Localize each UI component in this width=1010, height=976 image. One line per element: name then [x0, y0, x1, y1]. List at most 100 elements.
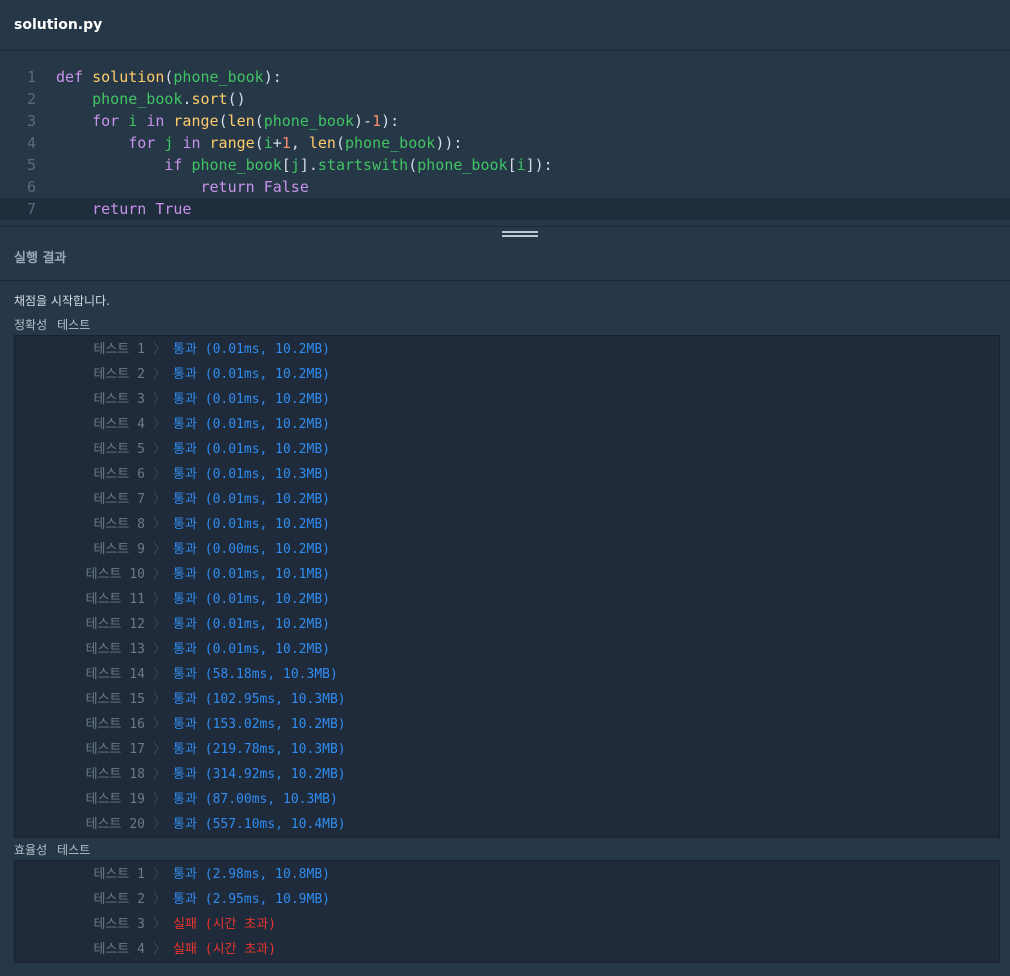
- test-name: 테스트 4: [93, 417, 145, 432]
- chevron-right-icon: 〉: [153, 517, 167, 532]
- chevron-right-icon: 〉: [153, 792, 167, 807]
- test-result-row: 테스트 10 〉 통과 (0.01ms, 10.1MB): [15, 562, 999, 587]
- test-name: 테스트 2: [93, 892, 145, 907]
- test-pass-result: 통과 (314.92ms, 10.2MB): [173, 767, 346, 782]
- code-line[interactable]: 1 def solution(phone_book):: [0, 66, 1010, 88]
- chevron-right-icon: 〉: [153, 392, 167, 407]
- code-line[interactable]: 3 for i in range(len(phone_book)-1):: [0, 110, 1010, 132]
- code-token: sort: [191, 90, 228, 108]
- test-result-row: 테스트 2 〉 통과 (0.01ms, 10.2MB): [15, 362, 999, 387]
- test-result-row: 테스트 8 〉 통과 (0.01ms, 10.2MB): [15, 512, 999, 537]
- chevron-right-icon: 〉: [153, 867, 167, 882]
- resize-handle-icon[interactable]: [502, 231, 538, 239]
- code-token: phone_book: [417, 156, 508, 174]
- test-pass-result: 통과 (0.01ms, 10.2MB): [173, 642, 330, 657]
- chevron-right-icon: 〉: [153, 942, 167, 957]
- code-token: ):: [381, 112, 400, 130]
- code-token: (: [254, 134, 264, 152]
- line-number: 1: [26, 68, 36, 86]
- code-text[interactable]: return False: [56, 176, 309, 198]
- chevron-right-icon: 〉: [153, 442, 167, 457]
- code-token: )-: [354, 112, 373, 130]
- code-line[interactable]: 7 return True: [0, 198, 1010, 220]
- code-token: 1: [281, 134, 291, 152]
- test-pass-result: 통과 (0.01ms, 10.2MB): [173, 517, 330, 532]
- test-pass-result: 통과 (0.01ms, 10.1MB): [173, 567, 330, 582]
- test-result-row: 테스트 20 〉 통과 (557.10ms, 10.4MB): [15, 812, 999, 837]
- line-number: 4: [26, 134, 36, 152]
- code-line[interactable]: 4 for j in range(i+1, len(phone_book)):: [0, 132, 1010, 154]
- code-line[interactable]: 6 return False: [0, 176, 1010, 198]
- chevron-right-icon: 〉: [153, 767, 167, 782]
- test-result-row: 테스트 1 〉 통과 (2.98ms, 10.8MB): [15, 862, 999, 887]
- code-token: (): [227, 90, 246, 108]
- test-results-table: 테스트 1 〉 통과 (2.98ms, 10.8MB) 테스트 2 〉 통과 (2.95m…: [14, 860, 1000, 963]
- test-name: 테스트 3: [93, 917, 145, 932]
- test-pass-result: 통과 (0.01ms, 10.2MB): [173, 617, 330, 632]
- editor-tabbar: solution.py: [0, 0, 1010, 51]
- test-name: 테스트 1: [93, 867, 145, 882]
- test-result-row: 테스트 17 〉 통과 (219.78ms, 10.3MB): [15, 737, 999, 762]
- test-fail-result: 실패 (시간 초과): [173, 942, 277, 957]
- code-token: +: [272, 134, 282, 152]
- test-name: 테스트 1: [93, 342, 145, 357]
- test-pass-result: 통과 (58.18ms, 10.3MB): [173, 667, 338, 682]
- code-token: ]):: [525, 156, 553, 174]
- chevron-right-icon: 〉: [153, 567, 167, 582]
- code-token: i: [516, 156, 526, 174]
- result-panel-header: 실행 결과: [0, 233, 1010, 281]
- chevron-right-icon: 〉: [153, 542, 167, 557]
- code-text[interactable]: def solution(phone_book):: [56, 66, 282, 88]
- code-token: (: [408, 156, 418, 174]
- code-token: [: [281, 156, 291, 174]
- chevron-right-icon: 〉: [153, 667, 167, 682]
- test-result-row: 테스트 3 〉 실패 (시간 초과): [15, 912, 999, 937]
- test-name: 테스트 14: [85, 667, 145, 682]
- line-number: 3: [26, 112, 36, 130]
- code-token: 1: [372, 112, 382, 130]
- test-name: 테스트 10: [85, 567, 145, 582]
- test-pass-result: 통과 (2.95ms, 10.9MB): [173, 892, 330, 907]
- grading-status: 채점을 시작합니다.: [14, 294, 110, 308]
- test-result-row: 테스트 1 〉 통과 (0.01ms, 10.2MB): [15, 337, 999, 362]
- code-editor[interactable]: 1 def solution(phone_book): 2 phone_book.s…: [0, 51, 1010, 226]
- code-line[interactable]: 5 if phone_book[j].startswith(phone_book…: [0, 154, 1010, 176]
- chevron-right-icon: 〉: [153, 817, 167, 832]
- test-name: 테스트 6: [93, 467, 145, 482]
- line-number: 2: [26, 90, 36, 108]
- code-token: j: [290, 156, 300, 174]
- test-result-row: 테스트 15 〉 통과 (102.95ms, 10.3MB): [15, 687, 999, 712]
- code-token: phone_book: [92, 90, 183, 108]
- test-pass-result: 통과 (0.01ms, 10.2MB): [173, 392, 330, 407]
- section-label-category: 효율성: [14, 843, 48, 857]
- test-name: 테스트 12: [85, 617, 145, 632]
- code-token: for: [92, 112, 120, 130]
- file-tab[interactable]: solution.py: [14, 17, 102, 33]
- code-line[interactable]: 2 phone_book.sort(): [0, 88, 1010, 110]
- code-text[interactable]: phone_book.sort(): [56, 88, 246, 110]
- test-pass-result: 통과 (2.98ms, 10.8MB): [173, 867, 330, 882]
- test-name: 테스트 15: [85, 692, 145, 707]
- code-text[interactable]: for j in range(i+1, len(phone_book)):: [56, 132, 462, 154]
- test-pass-result: 통과 (0.01ms, 10.2MB): [173, 592, 330, 607]
- test-result-row: 테스트 14 〉 통과 (58.18ms, 10.3MB): [15, 662, 999, 687]
- code-text[interactable]: return True: [56, 198, 191, 220]
- line-number: 5: [26, 156, 36, 174]
- test-result-row: 테스트 9 〉 통과 (0.00ms, 10.2MB): [15, 537, 999, 562]
- code-token: solution: [92, 68, 165, 86]
- code-token: phone_book: [345, 134, 436, 152]
- code-text[interactable]: if phone_book[j].startswith(phone_book[i…: [56, 154, 553, 176]
- test-name: 테스트 16: [85, 717, 145, 732]
- chevron-right-icon: 〉: [153, 892, 167, 907]
- test-pass-result: 통과 (0.01ms, 10.2MB): [173, 492, 330, 507]
- code-text[interactable]: for i in range(len(phone_book)-1):: [56, 110, 399, 132]
- test-result-row: 테스트 3 〉 통과 (0.01ms, 10.2MB): [15, 387, 999, 412]
- code-token: for: [128, 134, 156, 152]
